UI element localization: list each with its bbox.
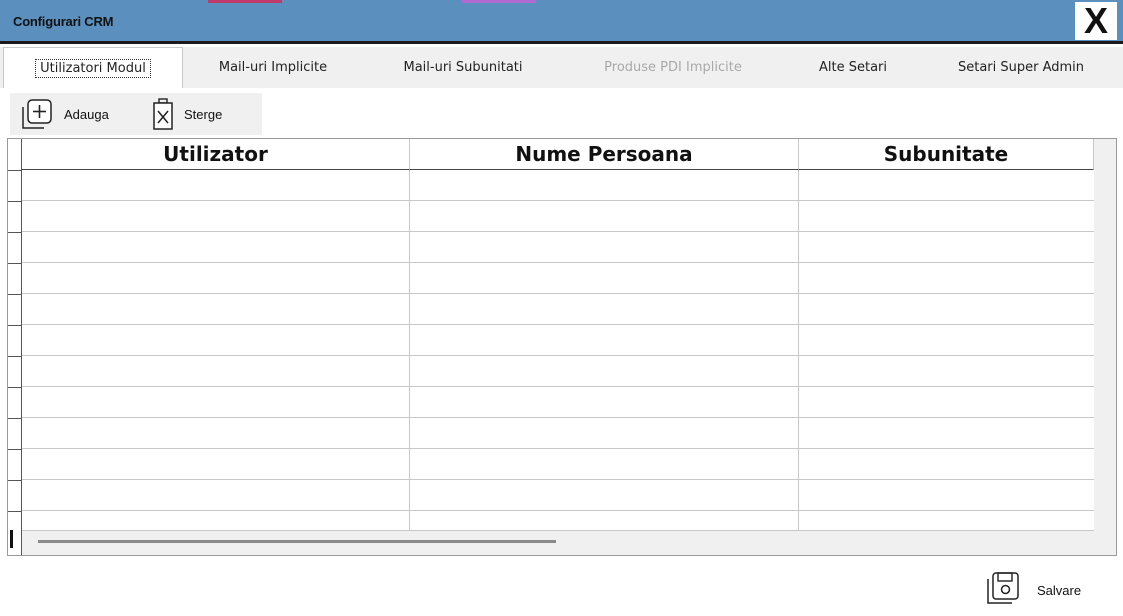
add-button[interactable]: Adauga [20, 93, 109, 135]
tab-mail-uri-subunitati[interactable]: Mail-uri Subunitati [363, 47, 563, 88]
save-label: Salvare [1037, 582, 1082, 598]
tab-panel: Adauga Sterge Utilizator Nume Persoana S… [0, 88, 1123, 616]
table-cell[interactable] [410, 449, 799, 480]
title-accent [462, 0, 536, 3]
table-cell[interactable] [799, 263, 1094, 294]
table-cell[interactable] [22, 511, 410, 531]
table-cell[interactable] [410, 511, 799, 531]
table-row[interactable] [22, 201, 1094, 232]
table-cell[interactable] [22, 201, 410, 232]
table-row[interactable] [22, 232, 1094, 263]
table-cell[interactable] [22, 325, 410, 356]
table-cell[interactable] [799, 511, 1094, 531]
table-row[interactable] [22, 294, 1094, 325]
table-cell[interactable] [799, 356, 1094, 387]
table-cell[interactable] [410, 387, 799, 418]
table-cell[interactable] [22, 232, 410, 263]
title-accent [208, 0, 282, 3]
table-cell[interactable] [410, 294, 799, 325]
table-cell[interactable] [799, 232, 1094, 263]
table-cell[interactable] [799, 480, 1094, 511]
table-cell[interactable] [799, 201, 1094, 232]
tab-label: Mail-uri Implicite [218, 60, 328, 75]
window-title: Configurari CRM [13, 14, 114, 29]
table-row[interactable] [22, 325, 1094, 356]
title-bar: Configurari CRM X [0, 0, 1123, 44]
table-cell[interactable] [410, 325, 799, 356]
delete-icon [152, 97, 174, 131]
table-row[interactable] [22, 449, 1094, 480]
row-header-column [8, 139, 22, 555]
table-cell[interactable] [410, 263, 799, 294]
add-label: Adauga [64, 106, 109, 122]
column-header-utilizator[interactable]: Utilizator [22, 139, 410, 170]
table-cell[interactable] [22, 387, 410, 418]
table-row[interactable] [22, 356, 1094, 387]
tab-label: Alte Setari [818, 60, 887, 75]
delete-button[interactable]: Sterge [152, 93, 222, 135]
table-cell[interactable] [22, 356, 410, 387]
table-cell[interactable] [799, 418, 1094, 449]
scrollbar-thumb[interactable] [38, 540, 556, 543]
tab-mail-uri-implicite[interactable]: Mail-uri Implicite [183, 47, 363, 88]
column-header-subunitate[interactable]: Subunitate [799, 139, 1094, 170]
grid-body [22, 170, 1094, 531]
add-icon [20, 97, 54, 131]
toolbar: Adauga Sterge [10, 93, 262, 135]
tab-utilizatori-modul[interactable]: Utilizatori Modul [3, 47, 183, 88]
table-cell[interactable] [22, 170, 410, 201]
tab-strip: Utilizatori Modul Mail-uri Implicite Mai… [0, 47, 1123, 88]
table-cell[interactable] [410, 201, 799, 232]
column-header-nume-persoana[interactable]: Nume Persoana [410, 139, 799, 170]
table-cell[interactable] [22, 449, 410, 480]
horizontal-scrollbar[interactable] [22, 531, 1094, 551]
table-cell[interactable] [22, 418, 410, 449]
table-row[interactable] [22, 480, 1094, 511]
tab-label: Setari Super Admin [957, 60, 1085, 75]
users-grid[interactable]: Utilizator Nume Persoana Subunitate [7, 138, 1117, 556]
table-cell[interactable] [799, 294, 1094, 325]
table-cell[interactable] [799, 170, 1094, 201]
table-row[interactable] [22, 170, 1094, 201]
tab-alte-setari[interactable]: Alte Setari [783, 47, 923, 88]
table-row[interactable] [22, 418, 1094, 449]
table-row[interactable] [22, 387, 1094, 418]
tab-label: Mail-uri Subunitati [403, 60, 523, 75]
table-cell[interactable] [410, 170, 799, 201]
vertical-scrollbar[interactable] [1094, 139, 1116, 555]
table-cell[interactable] [410, 418, 799, 449]
tab-produse-pdi-implicite: Produse PDI Implicite [563, 47, 783, 88]
tab-label: Utilizatori Modul [35, 59, 151, 78]
table-cell[interactable] [22, 294, 410, 325]
current-row-indicator [10, 530, 13, 548]
table-cell[interactable] [22, 480, 410, 511]
delete-label: Sterge [184, 106, 223, 122]
save-button[interactable]: Salvare [985, 570, 1081, 610]
table-cell[interactable] [410, 480, 799, 511]
tab-setari-super-admin[interactable]: Setari Super Admin [923, 47, 1119, 88]
table-row[interactable] [22, 511, 1094, 531]
table-cell[interactable] [410, 232, 799, 263]
table-cell[interactable] [799, 325, 1094, 356]
close-button[interactable]: X [1075, 2, 1117, 40]
table-cell[interactable] [799, 449, 1094, 480]
table-cell[interactable] [410, 356, 799, 387]
table-cell[interactable] [22, 263, 410, 294]
table-cell[interactable] [799, 387, 1094, 418]
save-icon [985, 570, 1021, 610]
tab-label: Produse PDI Implicite [604, 60, 742, 75]
table-row[interactable] [22, 263, 1094, 294]
